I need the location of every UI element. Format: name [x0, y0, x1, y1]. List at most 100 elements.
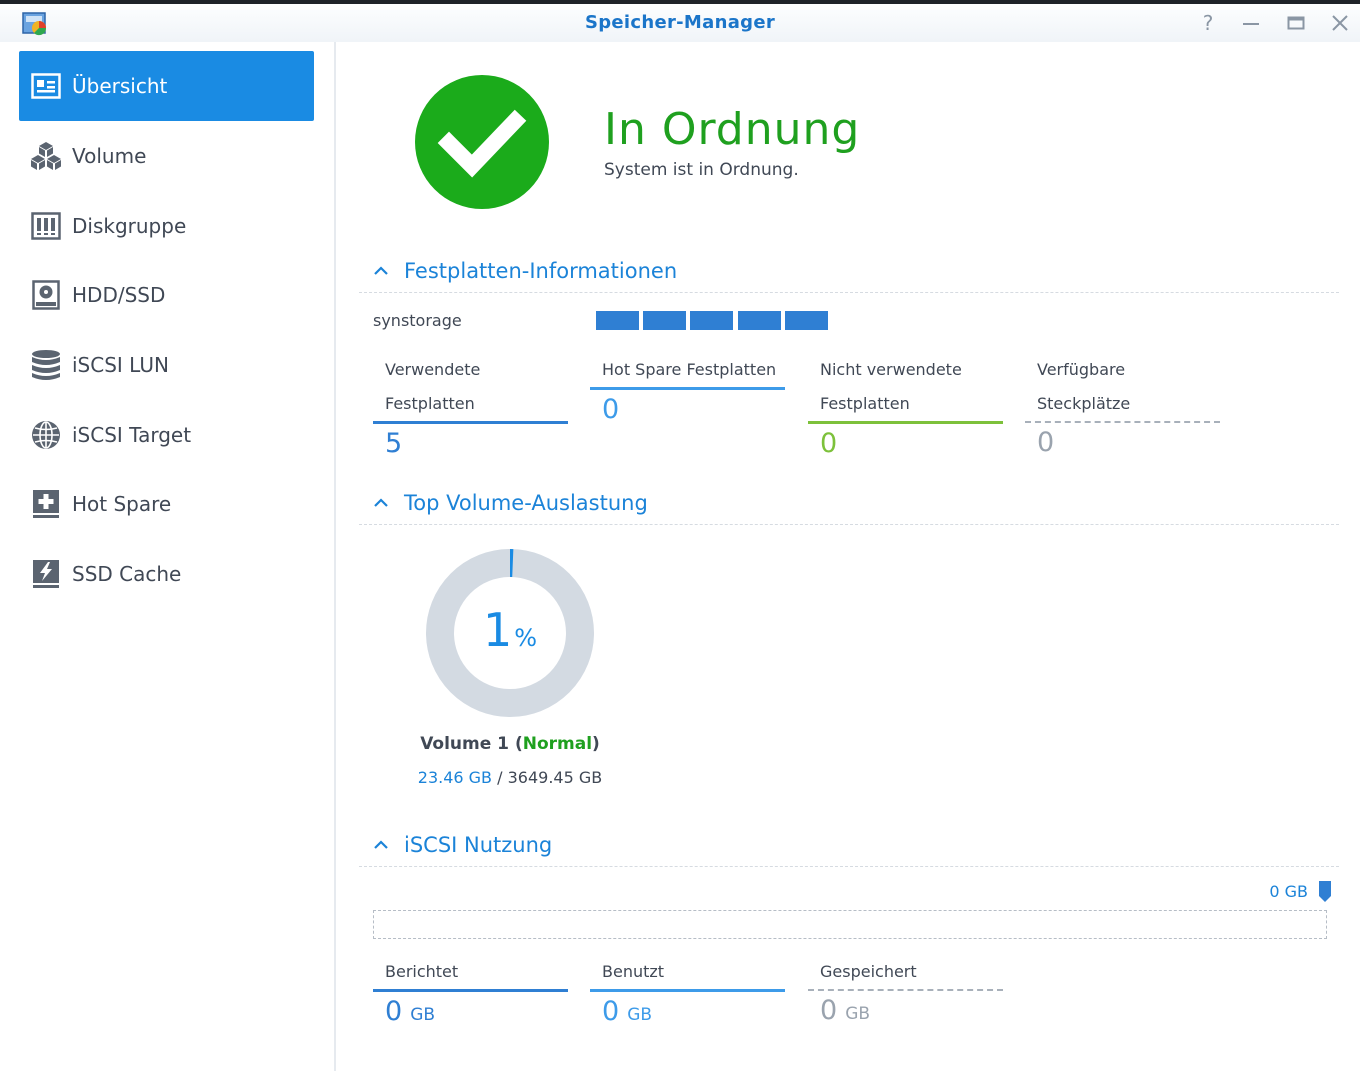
volume-used: 23.46 GB	[417, 768, 493, 787]
sidebar-item-label: HDD/SSD	[72, 283, 166, 307]
stat-label: Festplatten	[385, 394, 475, 413]
stat-label: Nicht verwendete	[820, 360, 962, 379]
stat-label: Festplatten	[820, 394, 910, 413]
close-icon	[1332, 15, 1348, 31]
stat-iscsi-reported: Berichtet 0 GB	[373, 955, 568, 1035]
section-iscsi-usage-header[interactable]: iSCSI Nutzung	[359, 827, 1339, 867]
chevron-up-icon	[374, 498, 388, 507]
status-subtitle: System ist in Ordnung.	[604, 160, 799, 180]
stat-unit: GB	[627, 1005, 653, 1025]
device-name: synstorage	[373, 311, 462, 330]
speicher-manager-window: Speicher-Manager ? Übersicht Volume Disk…	[0, 0, 1360, 1071]
ssd-cache-bolt-icon	[30, 558, 62, 590]
minimize-button[interactable]	[1238, 10, 1264, 36]
donut-percent: 1%	[425, 603, 595, 657]
volume-status-text: Normal	[522, 734, 593, 754]
stat-label: Hot Spare Festplatten	[602, 360, 777, 379]
disk-slot-2[interactable]	[643, 311, 686, 330]
stat-value: 0 GB	[590, 992, 785, 1035]
section-disk-info-header[interactable]: Festplatten-Informationen	[359, 253, 1339, 293]
stat-unit: GB	[410, 1005, 436, 1025]
sidebar-item-diskgroup[interactable]: Diskgruppe	[19, 191, 314, 261]
stat-unit: GB	[845, 1004, 871, 1024]
volume-label: Volume 1	[420, 734, 510, 754]
percent-value: 1	[482, 603, 513, 657]
stat-number: 0	[385, 996, 403, 1027]
status-ok-indicator	[415, 75, 549, 209]
sidebar-item-ssd-cache[interactable]: SSD Cache	[19, 539, 314, 609]
hot-spare-plus-icon	[30, 488, 62, 520]
sidebar-item-label: Hot Spare	[72, 492, 172, 516]
sidebar-item-overview[interactable]: Übersicht	[19, 51, 314, 121]
window-title: Speicher-Manager	[584, 12, 776, 33]
maximize-button[interactable]	[1283, 10, 1309, 36]
disk-slot-4[interactable]	[738, 311, 781, 330]
disk-slot-3[interactable]	[690, 311, 733, 330]
volume-size: 23.46 GB / 3649.45 GB	[338, 768, 682, 787]
database-icon	[30, 349, 62, 381]
stat-number: 0	[820, 995, 838, 1026]
stat-label: Verfügbare	[1037, 360, 1126, 379]
sidebar-item-iscsi-target[interactable]: iSCSI Target	[19, 400, 314, 470]
status-title: In Ordnung	[604, 104, 861, 155]
sidebar-item-label: Diskgruppe	[72, 214, 187, 238]
overview-panel: In Ordnung System ist in Ordnung. Festpl…	[338, 42, 1360, 1071]
stat-value: 0	[602, 394, 620, 425]
volume-usage-donut[interactable]: 1%	[425, 548, 595, 718]
stat-label: Steckplätze	[1037, 394, 1131, 413]
volume-status: (Normal)	[514, 734, 600, 754]
volume-name[interactable]: Volume 1 (Normal)	[338, 734, 682, 754]
chevron-up-icon	[374, 266, 388, 275]
globe-icon	[30, 419, 62, 451]
stat-hot-spare-disks: Hot Spare Festplatten 0	[590, 353, 785, 430]
stat-label: Gespeichert	[820, 962, 917, 981]
disk-slot-1[interactable]	[596, 311, 639, 330]
stat-value: 0	[1037, 427, 1055, 458]
stat-label: Verwendete	[385, 360, 481, 379]
stat-unused-disks: Nicht verwendete Festplatten 0	[808, 353, 1003, 464]
volume-cubes-icon	[30, 140, 62, 172]
chevron-up-icon	[374, 840, 388, 849]
bookmark-marker-icon	[1319, 881, 1331, 902]
stat-iscsi-used: Benutzt 0 GB	[590, 955, 785, 1035]
sidebar-item-hdd-ssd[interactable]: HDD/SSD	[19, 260, 314, 330]
section-title: Top Volume-Auslastung	[404, 491, 648, 515]
sidebar-item-iscsi-lun[interactable]: iSCSI LUN	[19, 330, 314, 400]
title-bar[interactable]: Speicher-Manager ?	[0, 4, 1360, 42]
disk-slot-5[interactable]	[785, 311, 828, 330]
checkmark-icon	[437, 109, 527, 178]
section-title: Festplatten-Informationen	[404, 259, 678, 283]
section-title: iSCSI Nutzung	[404, 833, 553, 857]
sidebar-item-hot-spare[interactable]: Hot Spare	[19, 469, 314, 539]
sidebar-item-label: Übersicht	[72, 74, 168, 98]
percent-symbol: %	[514, 624, 538, 652]
sidebar-item-label: SSD Cache	[72, 562, 182, 586]
iscsi-max-label: 0 GB	[1269, 882, 1308, 901]
section-volume-usage-header[interactable]: Top Volume-Auslastung	[359, 485, 1339, 525]
sidebar-item-label: iSCSI Target	[72, 423, 192, 447]
stat-iscsi-saved: Gespeichert 0 GB	[808, 955, 1003, 1034]
close-button[interactable]	[1327, 10, 1353, 36]
stat-value: 0 GB	[373, 992, 568, 1035]
help-icon: ?	[1202, 11, 1214, 35]
minimize-icon	[1243, 23, 1259, 25]
stat-available-slots: Verfügbare Steckplätze 0	[1025, 353, 1220, 463]
stat-number: 0	[602, 996, 620, 1027]
hdd-icon	[30, 279, 62, 311]
overview-icon	[30, 70, 62, 102]
stat-label: Benutzt	[602, 962, 665, 981]
stat-value: 5	[385, 428, 403, 459]
stat-label: Berichtet	[385, 962, 459, 981]
help-button[interactable]: ?	[1195, 10, 1221, 36]
sidebar-item-label: iSCSI LUN	[72, 353, 169, 377]
sidebar: Übersicht Volume Diskgruppe HDD/SSD iSCS…	[0, 42, 336, 1071]
stat-used-disks: Verwendete Festplatten 5	[373, 353, 568, 464]
iscsi-usage-bar	[373, 910, 1327, 939]
volume-total: 3649.45 GB	[507, 768, 603, 787]
sidebar-item-label: Volume	[72, 144, 147, 168]
volume-size-separator: /	[497, 768, 503, 787]
stat-value: 0 GB	[808, 991, 1003, 1034]
sidebar-item-volume[interactable]: Volume	[19, 121, 314, 191]
diskgroup-icon	[30, 210, 62, 242]
stat-value: 0	[820, 428, 838, 459]
